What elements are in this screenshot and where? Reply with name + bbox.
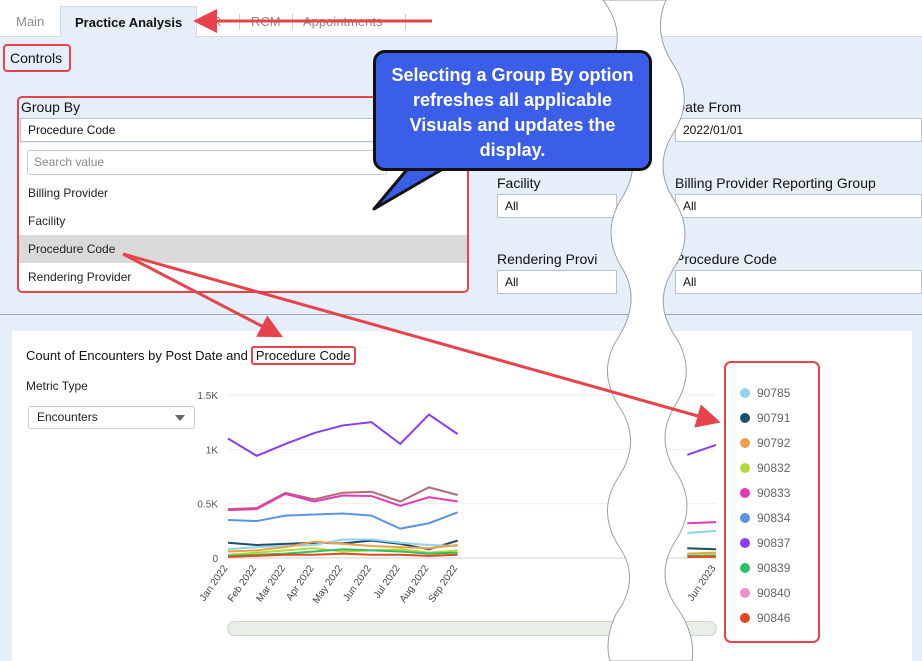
arrow-to-legend: [122, 252, 721, 428]
annotation-arrows: [122, 9, 721, 428]
arrow-to-visual-title: [122, 252, 283, 338]
